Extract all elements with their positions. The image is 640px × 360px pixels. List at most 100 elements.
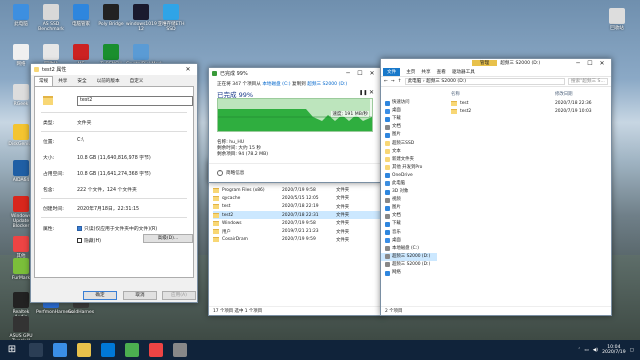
desktop-icon[interactable]: 此电脑 xyxy=(6,4,36,27)
tab-general[interactable]: 常规 xyxy=(34,76,54,86)
col-name[interactable]: 名称 xyxy=(451,91,555,99)
app-icon[interactable] xyxy=(173,343,187,357)
tab-sharing[interactable]: 共享 xyxy=(53,76,72,86)
file-row[interactable]: 用户 2019/7/21 21:23 文件夹 xyxy=(213,227,381,235)
nav-item[interactable]: 其他 开发到Pro xyxy=(381,164,437,172)
readonly-checkbox[interactable] xyxy=(77,226,82,231)
file-row[interactable]: test2 2020/7/19 10:03 xyxy=(451,107,611,115)
ribbon-share[interactable]: 共享 xyxy=(421,69,430,75)
desktop-recycle-bin[interactable]: 回收站 xyxy=(602,8,632,31)
file-row[interactable]: CosairDram 2020/7/19 9:59 文件夹 xyxy=(213,236,381,244)
nav-item[interactable]: 文本 xyxy=(381,148,437,156)
nav-item[interactable]: 图片 xyxy=(381,131,437,139)
column-headers: 名称 修改日期 xyxy=(451,91,611,99)
close-icon[interactable]: ✕ xyxy=(182,66,194,73)
copy-description: 正在将 347 个项目从 本地磁盘 (C:) 复制到 超频三 S2000 (D:… xyxy=(217,82,348,87)
minimize-icon[interactable]: ─ xyxy=(342,70,354,77)
network-icon[interactable]: ▭ xyxy=(584,348,588,353)
file-row[interactable]: test2 2020/7/18 22:31 文件夹 xyxy=(213,210,381,220)
nav-item[interactable]: 下载 xyxy=(381,115,437,123)
less-details-button[interactable]: ˄ 简略信息 xyxy=(217,170,244,176)
app-icon xyxy=(13,196,29,212)
manage-tab[interactable]: 管理 xyxy=(472,60,498,66)
pause-icon[interactable]: ❚❚ xyxy=(359,90,367,96)
nav-item[interactable]: 超频三 S2000 (D:) xyxy=(381,261,437,269)
ok-button[interactable]: 确定 xyxy=(83,291,117,300)
nav-item[interactable]: 桌面 xyxy=(381,107,437,115)
folder-name-field[interactable]: test2 xyxy=(77,96,193,106)
nav-item[interactable]: 文档 xyxy=(381,212,437,220)
file-row[interactable]: test 2020/7/18 22:36 xyxy=(451,99,611,107)
nav-item[interactable]: 网络 xyxy=(381,269,437,277)
navigation-pane: 快速访问 桌面 下载 文档 图片 超频三SSD 文本 新建文件夹 其他 开发到Pro OneDri… xyxy=(381,99,437,277)
nav-item[interactable]: 视频 xyxy=(381,196,437,204)
desktop-icon[interactable]: windows1019 12 xyxy=(126,4,157,32)
file-row[interactable]: qycache 2020/5/15 12:05 文件夹 xyxy=(213,194,381,202)
nav-item[interactable]: 超频三 S2000 (D:) xyxy=(381,252,437,261)
chevron-up-icon[interactable]: ˄ xyxy=(578,348,580,353)
nav-item[interactable]: 3D 对象 xyxy=(381,188,437,196)
app-icon[interactable] xyxy=(125,343,139,357)
cancel-button[interactable]: 取消 xyxy=(123,291,157,300)
ribbon-drive-tools[interactable]: 驱动器工具 xyxy=(452,69,475,75)
clock[interactable]: 10:04 2020/7/19 xyxy=(602,345,626,356)
close-icon[interactable]: ✕ xyxy=(366,70,378,77)
ribbon-file[interactable]: 文件 xyxy=(383,67,401,76)
ribbon-home[interactable]: 主页 xyxy=(406,69,415,75)
nav-item[interactable]: 文档 xyxy=(381,123,437,131)
address-field[interactable]: 此电脑 › 超频三 S2000 (D:) xyxy=(404,78,565,85)
source-link[interactable]: 本地磁盘 (C:) xyxy=(262,82,290,87)
properties-titlebar[interactable]: test2 属性 ✕ xyxy=(31,64,197,75)
store-icon[interactable] xyxy=(101,343,115,357)
tab-customize[interactable]: 自定义 xyxy=(125,76,149,86)
notification-icon[interactable]: ▢ xyxy=(630,348,634,353)
task-view-icon[interactable] xyxy=(29,343,43,357)
copy-titlebar[interactable]: 已完成 99% ─ ☐ ✕ xyxy=(209,68,381,79)
edge-icon[interactable] xyxy=(53,343,67,357)
app-icon[interactable] xyxy=(149,343,163,357)
back-icon[interactable]: ← xyxy=(384,79,388,84)
destination-link[interactable]: 超频三 S2000 (D:) xyxy=(307,82,347,87)
app-icon xyxy=(13,292,29,308)
nav-item[interactable]: 图片 xyxy=(381,204,437,212)
nav-item[interactable]: 下载 xyxy=(381,220,437,228)
nav-item[interactable]: 新建文件夹 xyxy=(381,156,437,164)
desktop-icon[interactable]: 电脑管家 xyxy=(66,4,96,27)
advanced-button[interactable]: 高级(D)... xyxy=(143,234,193,243)
forward-icon[interactable]: → xyxy=(391,79,395,84)
start-icon[interactable]: ⊞ xyxy=(5,343,19,357)
nav-item[interactable]: 桌面 xyxy=(381,237,437,245)
maximize-icon[interactable]: ☐ xyxy=(354,70,366,77)
desktop-icon[interactable]: Poly Bridge xyxy=(96,4,126,27)
nav-item[interactable]: 快速访问 xyxy=(381,99,437,107)
up-icon[interactable]: ↑ xyxy=(398,79,402,84)
cancel-copy-icon[interactable]: ✕ xyxy=(369,89,374,96)
nav-item[interactable]: 本地磁盘 (C:) xyxy=(381,245,437,253)
desktop-icon[interactable]: AS SSD Benchmark xyxy=(36,4,66,32)
status-bar: 17 个项目 选中 1 个项目 xyxy=(209,306,383,315)
nav-item[interactable]: 超频三SSD xyxy=(381,139,437,147)
desktop-icon[interactable]: 亚唯存储ETH SSD xyxy=(156,4,186,32)
nav-item[interactable]: 此电脑 xyxy=(381,180,437,188)
tab-previous-versions[interactable]: 以前的版本 xyxy=(92,76,125,86)
col-date[interactable]: 修改日期 xyxy=(555,91,573,99)
nav-item[interactable]: 音乐 xyxy=(381,229,437,237)
app-icon xyxy=(73,4,89,20)
nav-icon xyxy=(385,221,390,227)
explorer-titlebar[interactable]: 管理 超频三 S2000 (D:) ─ ☐ ✕ xyxy=(381,59,611,67)
tab-security[interactable]: 安全 xyxy=(72,76,91,86)
apply-button[interactable]: 应用(A) xyxy=(162,291,196,300)
minimize-icon[interactable]: ─ xyxy=(572,60,584,67)
close-icon[interactable]: ✕ xyxy=(596,60,608,67)
maximize-icon[interactable]: ☐ xyxy=(584,60,596,67)
hidden-checkbox[interactable] xyxy=(77,238,82,243)
nav-item[interactable]: OneDrive xyxy=(381,172,437,180)
file-row[interactable]: test 2020/7/18 22:19 文件夹 xyxy=(213,203,381,211)
volume-icon[interactable]: ◀) xyxy=(593,348,598,353)
file-row[interactable]: Windows 2020/7/19 9:58 文件夹 xyxy=(213,219,381,227)
search-input[interactable]: 搜索"超频三 S... xyxy=(568,78,608,85)
ribbon-view[interactable]: 查看 xyxy=(437,69,446,75)
app-icon xyxy=(133,44,149,60)
file-explorer-icon[interactable] xyxy=(77,343,91,357)
file-row[interactable]: Program Files (x86) 2020/7/19 9:58 文件夹 xyxy=(213,186,381,194)
